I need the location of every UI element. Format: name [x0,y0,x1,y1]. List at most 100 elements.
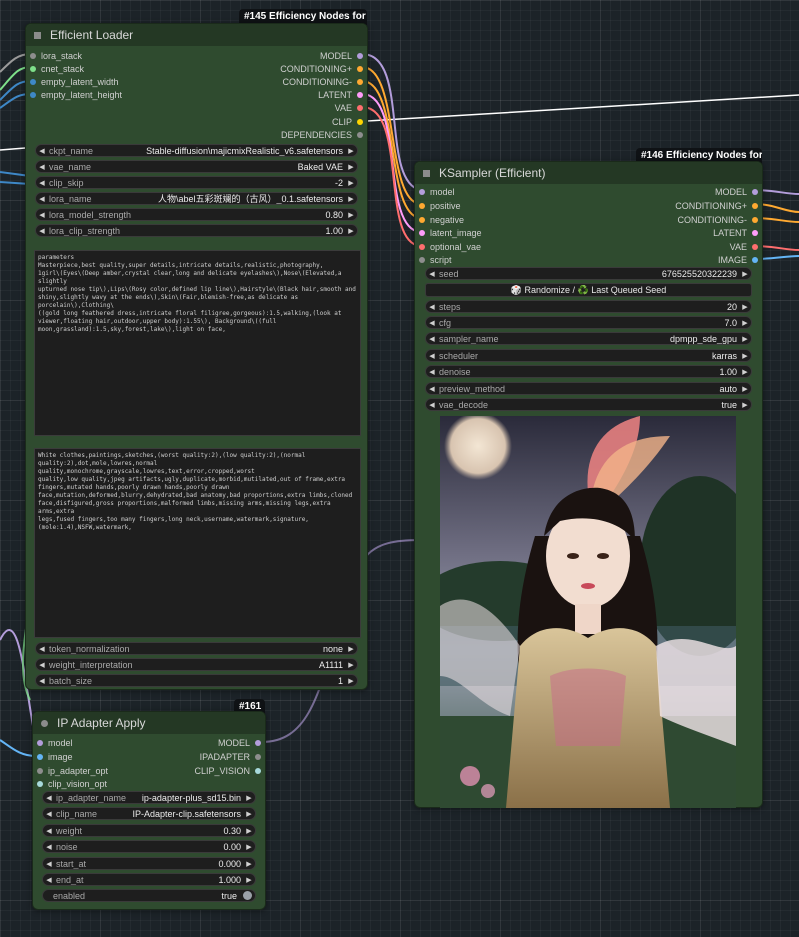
slot-dot-icon[interactable] [419,216,425,223]
clip-name-combo[interactable]: ◀ clip_name IP-Adapter-clip.safetensors … [42,807,256,820]
arrow-left-icon[interactable]: ◀ [426,401,438,409]
output-slot-latent[interactable]: LATENT [318,88,363,101]
negative-prompt-textarea[interactable]: White clothes,paintings,sketches,(worst … [34,448,361,638]
output-slot-model[interactable]: MODEL [320,49,363,62]
weight-number[interactable]: ◀ weight 0.30 ▶ [42,824,256,837]
arrow-right-icon[interactable]: ▶ [345,195,357,203]
positive-prompt-textarea[interactable]: parameters Masterpiece,best quality,supe… [34,250,361,436]
arrow-right-icon[interactable]: ▶ [345,677,357,685]
slot-dot-icon[interactable] [752,202,758,209]
output-slot-conditioning-neg[interactable]: CONDITIONING- [283,75,363,88]
arrow-right-icon[interactable]: ▶ [345,163,357,171]
randomize-seed-button[interactable]: 🎲 Randomize / ♻️ Last Queued Seed [425,283,752,297]
arrow-right-icon[interactable]: ▶ [739,303,751,311]
arrow-right-icon[interactable]: ▶ [739,385,751,393]
arrow-left-icon[interactable]: ◀ [43,843,55,851]
ip-adapter-name-combo[interactable]: ◀ ip_adapter_name ip-adapter-plus_sd15.b… [42,791,256,804]
input-slot-negative[interactable]: negative [419,213,464,226]
seed-number[interactable]: ◀ seed 676525520322239 ▶ [425,267,752,280]
arrow-right-icon[interactable]: ▶ [345,645,357,653]
arrow-right-icon[interactable]: ▶ [243,860,255,868]
collapse-icon[interactable] [423,169,430,177]
slot-dot-icon[interactable] [752,216,758,223]
arrow-right-icon[interactable]: ▶ [345,179,357,187]
input-slot-cnet-stack[interactable]: cnet_stack [30,62,84,75]
arrow-left-icon[interactable]: ◀ [426,385,438,393]
arrow-right-icon[interactable]: ▶ [345,147,357,155]
output-slot-conditioning-pos[interactable]: CONDITIONING+ [280,62,363,75]
output-preview-image[interactable] [440,416,736,808]
lora-name-combo[interactable]: ◀ lora_name 人物\abel五彩斑斓的（古风）_0.1.safeten… [35,192,358,205]
vae-name-combo[interactable]: ◀ vae_name Baked VAE ▶ [35,160,358,173]
slot-dot-icon[interactable] [357,78,363,85]
output-slot-clip[interactable]: CLIP [332,115,363,128]
input-slot-clip-vision-opt[interactable]: clip_vision_opt [37,777,107,790]
end-at-number[interactable]: ◀ end_at 1.000 ▶ [42,873,256,886]
output-slot-dependencies[interactable]: DEPENDENCIES [281,128,363,141]
vae-decode-combo[interactable]: ◀ vae_decode true ▶ [425,398,752,411]
arrow-right-icon[interactable]: ▶ [739,319,751,327]
slot-dot-icon[interactable] [419,229,425,236]
ksampler-header[interactable]: KSampler (Efficient) [415,162,762,184]
noise-number[interactable]: ◀ noise 0.00 ▶ [42,840,256,853]
loader-header[interactable]: Efficient Loader [26,24,367,46]
ip-adapter-header[interactable]: IP Adapter Apply [33,712,265,734]
ckpt-name-combo[interactable]: ◀ ckpt_name Stable-diffusion\majicmixRea… [35,144,358,157]
lora-clip-strength-number[interactable]: ◀ lora_clip_strength 1.00 ▶ [35,224,358,237]
arrow-right-icon[interactable]: ▶ [243,794,255,802]
arrow-right-icon[interactable]: ▶ [739,368,751,376]
input-slot-latent-image[interactable]: latent_image [419,226,482,239]
output-slot-latent[interactable]: LATENT [713,226,758,239]
input-slot-optional-vae[interactable]: optional_vae [419,240,481,253]
arrow-left-icon[interactable]: ◀ [43,860,55,868]
collapse-icon[interactable] [41,719,48,727]
arrow-left-icon[interactable]: ◀ [426,319,438,327]
slot-dot-icon[interactable] [419,188,425,195]
slot-dot-icon[interactable] [419,202,425,209]
arrow-right-icon[interactable]: ▶ [243,843,255,851]
weight-interpretation-combo[interactable]: ◀ weight_interpretation A1111 ▶ [35,658,358,671]
input-slot-image[interactable]: image [37,750,73,763]
arrow-right-icon[interactable]: ▶ [243,827,255,835]
cfg-number[interactable]: ◀ cfg 7.0 ▶ [425,316,752,329]
batch-size-number[interactable]: ◀ batch_size 1 ▶ [35,674,358,687]
input-slot-script[interactable]: script [419,253,452,266]
arrow-left-icon[interactable]: ◀ [36,661,48,669]
slot-dot-icon[interactable] [419,256,425,263]
slot-dot-icon[interactable] [752,256,758,263]
arrow-right-icon[interactable]: ▶ [739,352,751,360]
output-slot-ipadapter[interactable]: IPADAPTER [200,750,261,763]
lora-model-strength-number[interactable]: ◀ lora_model_strength 0.80 ▶ [35,208,358,221]
arrow-right-icon[interactable]: ▶ [243,876,255,884]
arrow-right-icon[interactable]: ▶ [739,335,751,343]
slot-dot-icon[interactable] [37,753,43,760]
arrow-left-icon[interactable]: ◀ [426,270,438,278]
slot-dot-icon[interactable] [255,739,261,746]
input-slot-empty-latent-width[interactable]: empty_latent_width [30,75,119,88]
input-slot-ip-adapter-opt[interactable]: ip_adapter_opt [37,764,108,777]
input-slot-empty-latent-height[interactable]: empty_latent_height [30,88,122,101]
slot-dot-icon[interactable] [255,767,261,774]
slot-dot-icon[interactable] [30,65,36,72]
slot-dot-icon[interactable] [255,753,261,760]
arrow-left-icon[interactable]: ◀ [36,147,48,155]
steps-number[interactable]: ◀ steps 20 ▶ [425,300,752,313]
arrow-right-icon[interactable]: ▶ [243,810,255,818]
denoise-number[interactable]: ◀ denoise 1.00 ▶ [425,365,752,378]
enabled-toggle[interactable]: enabled true [42,889,256,902]
arrow-right-icon[interactable]: ▶ [345,661,357,669]
slot-dot-icon[interactable] [37,780,43,787]
toggle-knob-icon[interactable] [243,891,252,900]
output-slot-conditioning-neg[interactable]: CONDITIONING- [678,213,758,226]
slot-dot-icon[interactable] [37,767,43,774]
ip-adapter-node[interactable]: IP Adapter Apply model image ip_adapter_… [32,711,266,910]
arrow-left-icon[interactable]: ◀ [36,195,48,203]
efficient-loader-node[interactable]: Efficient Loader lora_stack cnet_stack e… [25,23,368,690]
arrow-left-icon[interactable]: ◀ [43,876,55,884]
slot-dot-icon[interactable] [30,52,36,59]
arrow-left-icon[interactable]: ◀ [426,368,438,376]
input-slot-model[interactable]: model [37,736,73,749]
slot-dot-icon[interactable] [357,52,363,59]
arrow-right-icon[interactable]: ▶ [345,227,357,235]
slot-dot-icon[interactable] [357,91,363,98]
